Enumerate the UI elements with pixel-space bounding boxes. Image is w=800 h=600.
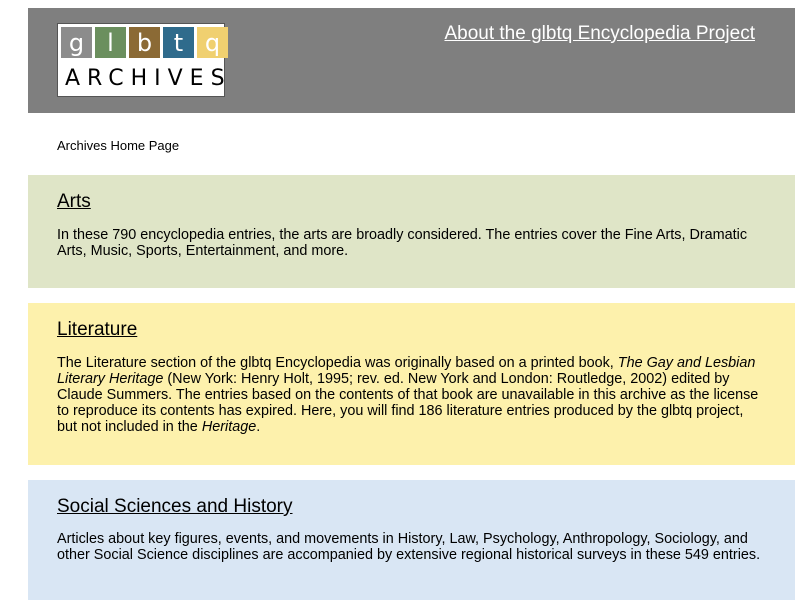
about-project-link[interactable]: About the glbtq Encyclopedia Project (444, 23, 755, 45)
literature-book-short-title: Heritage (201, 419, 257, 435)
section-arts: Arts In these 790 encyclopedia entries, … (28, 175, 795, 288)
logo-letter-g: g (61, 27, 92, 58)
logo-letter-l: l (95, 27, 126, 58)
logo-letter-b: b (129, 27, 160, 58)
archives-home-link[interactable]: Archives Home Page (57, 138, 179, 153)
site-header: g l b t q ARCHIVES About the glbtq Encyc… (28, 8, 795, 113)
logo-letter-q: q (197, 27, 228, 58)
section-description-social-sciences-history: Articles about key figures, events, and … (57, 531, 761, 563)
literature-desc-part1: The Literature section of the glbtq Ency… (57, 355, 618, 371)
section-social-sciences-history: Social Sciences and History Articles abo… (28, 480, 795, 600)
logo-letter-row: g l b t q (61, 27, 228, 58)
logo-archives-word: ARCHIVES (65, 66, 232, 91)
section-description-arts: In these 790 encyclopedia entries, the a… (57, 227, 748, 259)
logo-letter-t: t (163, 27, 194, 58)
section-title-arts[interactable]: Arts (57, 191, 766, 213)
section-title-social-sciences-history[interactable]: Social Sciences and History (57, 496, 766, 518)
literature-desc-part3: . (256, 419, 261, 435)
section-description-literature: The Literature section of the glbtq Ency… (57, 355, 766, 435)
section-title-literature[interactable]: Literature (57, 319, 766, 341)
glbtq-archives-logo[interactable]: g l b t q ARCHIVES (57, 23, 232, 97)
section-literature: Literature The Literature section of the… (28, 303, 795, 465)
literature-desc-part2: (New York: Henry Holt, 1995; rev. ed. Ne… (57, 371, 759, 435)
